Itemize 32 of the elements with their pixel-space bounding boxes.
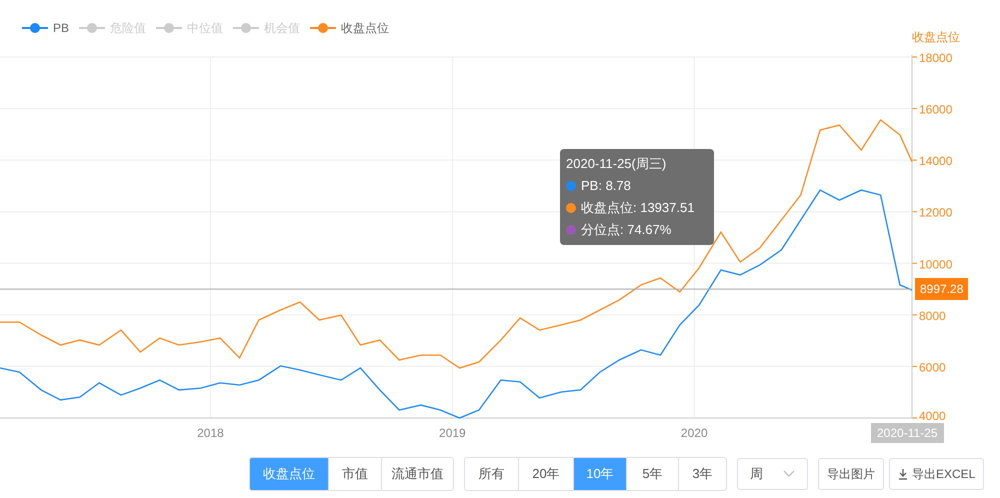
tooltip-value: PB: 8.78 xyxy=(581,177,631,195)
export-button[interactable]: 导出EXCEL xyxy=(889,458,984,490)
legend-label[interactable]: 收盘点位 xyxy=(341,19,390,37)
tooltip-value: 收盘点位: 13937.51 xyxy=(581,199,694,217)
legend-marker-icon[interactable] xyxy=(22,22,48,34)
toggle-button[interactable]: 3年 xyxy=(678,458,726,490)
y-axis-label: 18000 xyxy=(919,51,952,65)
chevron-down-icon xyxy=(783,470,795,478)
toggle-button[interactable]: 流通市值 xyxy=(381,458,453,490)
y-axis-label: 6000 xyxy=(919,360,946,374)
y-axis-label: 8000 xyxy=(919,308,946,323)
legend-marker-icon[interactable] xyxy=(233,22,260,34)
x-axis-label: 2018 xyxy=(197,426,224,440)
y-axis-title: 收盘点位 xyxy=(912,30,960,44)
legend-label[interactable]: PB xyxy=(53,19,70,37)
crosshair-value: 8997.28 xyxy=(915,278,968,300)
period-select[interactable]: 周 xyxy=(737,458,808,490)
axis-pointer-label: 2020-11-25 xyxy=(871,423,944,443)
download-icon xyxy=(898,468,908,480)
legend-marker-icon[interactable] xyxy=(156,22,182,34)
tooltip-value: 分位点: 74.67% xyxy=(581,221,672,239)
legend-marker-icon[interactable] xyxy=(310,22,336,34)
y-axis-label: 10000 xyxy=(919,257,952,272)
tooltip-title: 2020-11-25(周三) xyxy=(566,155,668,173)
x-axis-label: 2019 xyxy=(439,426,466,440)
export-button[interactable]: 导出图片 xyxy=(818,458,884,490)
x-axis-label: 2020 xyxy=(680,426,708,440)
y-axis-label: 16000 xyxy=(919,102,952,117)
y-axis-label: 4000 xyxy=(919,409,946,423)
legend-marker-icon[interactable] xyxy=(79,22,106,34)
y-axis-label: 14000 xyxy=(919,154,952,168)
y-axis-label: 12000 xyxy=(919,206,952,220)
